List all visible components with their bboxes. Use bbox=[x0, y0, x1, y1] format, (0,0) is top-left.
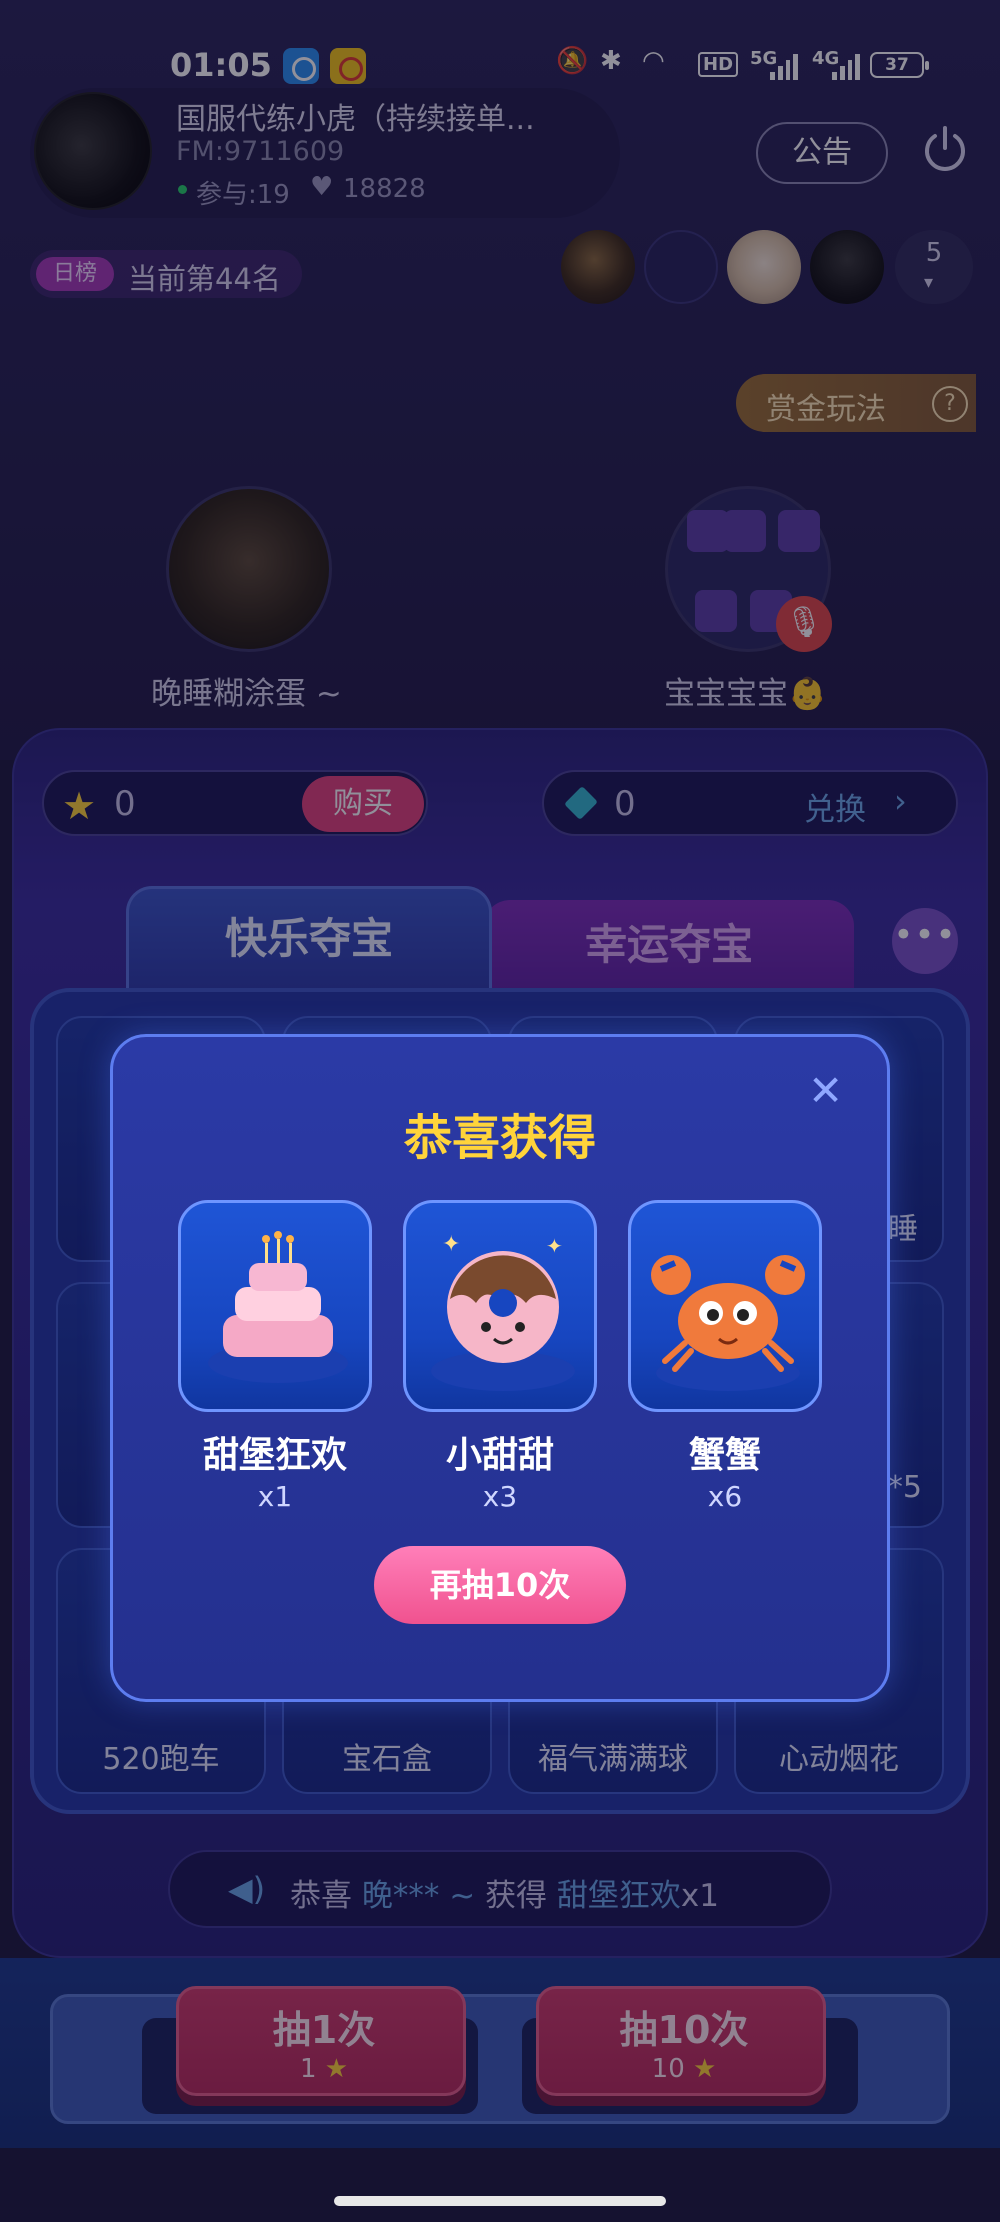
redraw-ten-button[interactable]: 再抽10次 bbox=[374, 1546, 626, 1624]
modal-title: 恭喜获得 bbox=[403, 1110, 596, 1166]
donut-icon: ✦ ✦ bbox=[431, 1232, 575, 1391]
close-icon[interactable]: ✕ bbox=[808, 1066, 843, 1115]
reward-card bbox=[628, 1200, 822, 1412]
home-indicator[interactable] bbox=[334, 2196, 666, 2206]
reward-name: 蟹蟹 bbox=[688, 1435, 761, 1476]
reward-card bbox=[178, 1200, 372, 1412]
svg-text:✦: ✦ bbox=[546, 1234, 563, 1258]
crab-icon bbox=[651, 1255, 805, 1391]
reward-name: 小甜甜 bbox=[445, 1435, 554, 1476]
cake-icon bbox=[208, 1231, 348, 1383]
svg-text:✦: ✦ bbox=[442, 1232, 460, 1257]
reward-count: x3 bbox=[482, 1480, 518, 1513]
reward-count: x6 bbox=[707, 1480, 743, 1513]
reward-card: ✦ ✦ bbox=[403, 1200, 597, 1412]
reward-name: 甜堡狂欢 bbox=[202, 1435, 347, 1476]
reward-count: x1 bbox=[257, 1480, 293, 1513]
